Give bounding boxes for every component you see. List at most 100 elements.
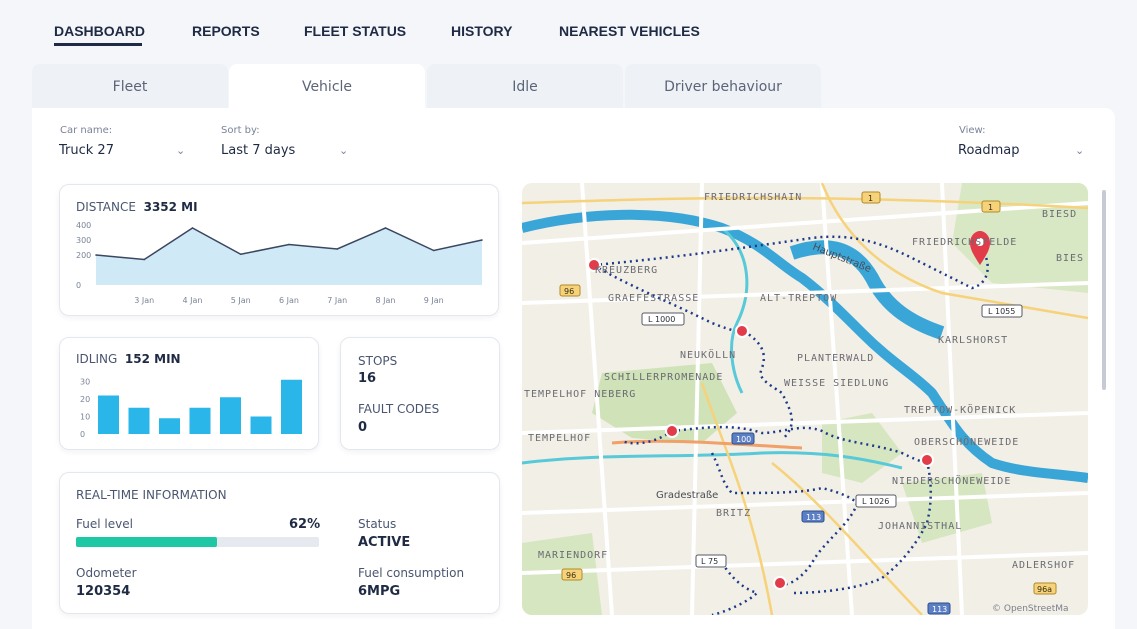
tab-label: Driver behaviour [664,79,782,95]
stop-marker[interactable] [735,324,749,338]
distance-point [384,227,387,229]
idling-bar [128,407,150,434]
car-name-value: Truck 27 [59,143,114,158]
place-label: TEMPELHOF NEBERG [524,389,636,400]
status-label: Status [358,517,397,531]
place-label: OBERSCHÖNEWEIDE [914,435,1019,448]
place-label: KREUZBERG [595,265,658,276]
stop-marker[interactable] [773,576,787,590]
fuel-level-fill [76,537,217,547]
view-select[interactable]: Roadmap ⌄ [957,140,1089,162]
fuel-level-value: 62% [289,517,321,532]
chevron-down-icon: ⌄ [176,144,186,157]
stops-value: 16 [358,371,377,386]
distance-value: 3352 MI [143,200,198,214]
canal [721,226,749,394]
svg-text:L 1026: L 1026 [862,497,889,506]
x-tick-label: 8 Jan [376,296,396,305]
place-label: GRAEFESTRASSE [608,293,699,304]
place-label: FRIEDRICHSHAIN [704,192,802,203]
svg-text:96a: 96a [1037,585,1052,594]
x-tick-label: 4 Jan [183,296,203,305]
idling-bar [220,397,241,434]
sort-by-select[interactable]: Last 7 days ⌄ [219,140,355,162]
nav-nearest-vehicles[interactable]: NEAREST VEHICLES [559,23,700,39]
x-tick-label: 5 Jan [231,296,251,305]
idling-bar [159,418,180,434]
nav-history[interactable]: HISTORY [451,23,512,39]
street-label: Gradestraße [656,490,718,501]
distance-label: DISTANCE [76,200,136,214]
svg-text:96: 96 [566,571,576,580]
place-label: KARLSHORST [938,335,1008,346]
place-label: MARIENDORF [538,550,608,561]
svg-text:1: 1 [868,194,873,203]
view-value: Roadmap [958,143,1020,158]
chevron-down-icon: ⌄ [1075,144,1085,157]
distance-point [239,253,242,256]
idling-value: 152 MIN [124,352,181,366]
distance-chart: 0 200 300 400 3 Jan 4 Jan 5 Jan 6 Jan 7 Jan 8 Jan… [76,221,483,305]
idling-bar [281,379,302,434]
distance-point [481,239,483,241]
idling-label: IDLING [76,352,118,366]
nav-fleet-status[interactable]: FLEET STATUS [304,23,406,39]
odometer-label: Odometer [76,566,137,580]
place-label: WEISSE SIEDLUNG [784,378,889,389]
distance-point [288,243,290,246]
chevron-down-icon: ⌄ [339,144,349,157]
x-tick-label: 3 Jan [134,296,154,305]
place-label: BIESD [1042,209,1077,220]
distance-point [95,254,97,256]
stops-card: STOPS 16 FAULT CODES 0 [340,337,500,450]
fuel-level-label: Fuel level [76,517,133,531]
fuel-consumption-label: Fuel consumption [358,566,465,580]
car-name-select[interactable]: Truck 27 ⌄ [58,140,190,162]
fault-codes-value: 0 [358,420,368,435]
x-tick-label: 6 Jan [279,296,299,305]
stop-marker[interactable] [920,453,934,467]
place-label: BIES S [1056,253,1088,264]
y-tick-label: 300 [76,236,91,245]
place-label: BRITZ [716,508,751,519]
idling-bar [189,407,211,434]
fault-codes-label: FAULT CODES [358,402,440,416]
distance-card: DISTANCE 3352 MI 0 200 300 400 3 Jan 4 Jan 5 J… [59,184,499,316]
scrollbar[interactable] [1102,190,1106,390]
status-value: ACTIVE [358,535,411,550]
route-map[interactable]: FRIEDRICHSHAIN KREUZBERG GRAEFESTRASSE A… [522,183,1088,615]
idling-card: IDLING 152 MIN 0 10 20 30 [59,337,319,450]
svg-text:100: 100 [736,435,751,444]
tab-fleet[interactable]: Fleet [32,64,228,110]
svg-text:L 1000: L 1000 [648,315,675,324]
nav-dashboard[interactable]: DASHBOARD [54,23,145,39]
tab-driver-behaviour[interactable]: Driver behaviour [625,64,821,110]
svg-text:96: 96 [564,287,574,296]
idling-bar [250,416,272,434]
realtime-title: REAL-TIME INFORMATION [76,488,227,502]
distance-point [143,258,146,261]
place-label: TREPTOW-KÖPENICK [904,403,1016,416]
y-tick-label: 20 [80,395,90,404]
svg-text:113: 113 [806,513,821,522]
stop-marker[interactable] [665,424,679,438]
svg-text:113: 113 [932,605,947,614]
y-tick-label: 30 [80,378,90,387]
odometer-value: 120354 [76,584,131,599]
x-tick-label: 9 Jan [424,296,444,305]
tab-vehicle[interactable]: Vehicle [229,64,425,110]
place-label: JOHANNISTHAL [878,521,962,532]
active-nav-indicator [54,43,142,46]
place-label: ADLERSHOF [1012,560,1075,571]
x-tick-label: 7 Jan [327,296,347,305]
y-tick-label: 400 [76,221,91,230]
view-label: View: [959,125,986,136]
place-label: FRIEDRICHSFELDE [912,237,1017,248]
y-tick-label: 10 [80,413,90,422]
nav-reports[interactable]: REPORTS [192,23,260,39]
map-attribution: © OpenStreetMa [992,604,1069,614]
distance-point [191,227,194,229]
tab-idle[interactable]: Idle [427,64,623,110]
map-canvas: FRIEDRICHSHAIN KREUZBERG GRAEFESTRASSE A… [522,183,1088,615]
highway [611,439,803,450]
